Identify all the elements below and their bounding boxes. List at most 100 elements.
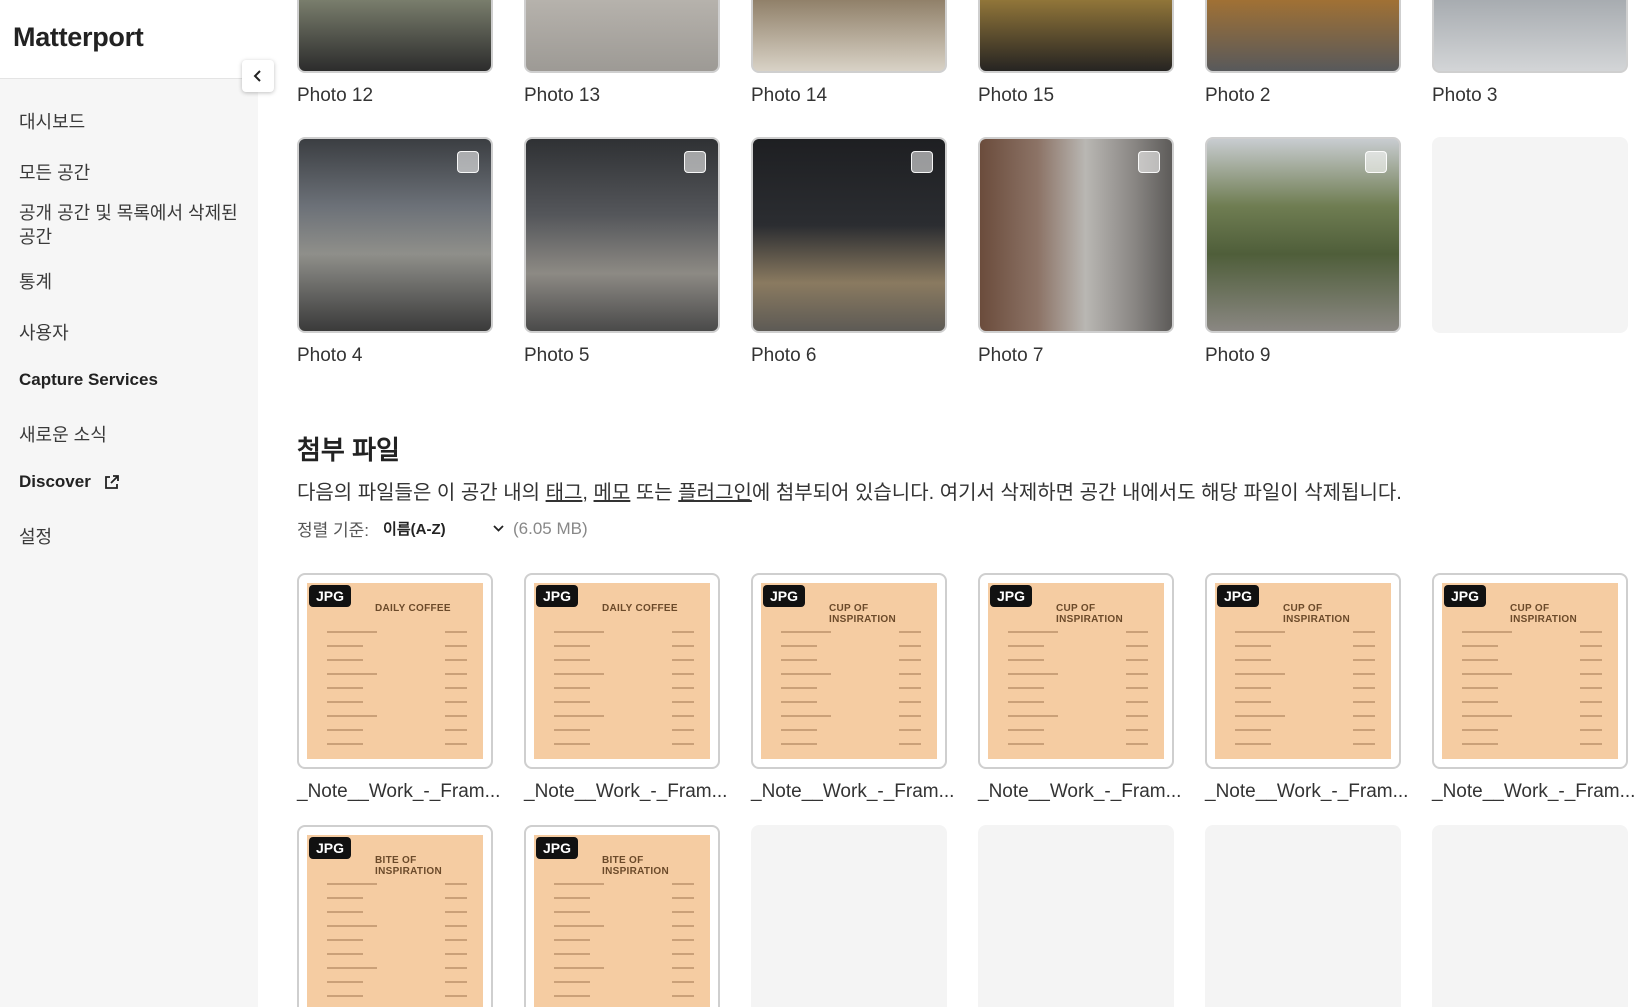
photo-tile[interactable]: Photo 12 bbox=[297, 0, 493, 107]
photo-tile[interactable]: Photo 15 bbox=[978, 0, 1174, 107]
photo-label: Photo 9 bbox=[1205, 345, 1271, 366]
photo-thumbnail[interactable] bbox=[297, 0, 493, 73]
photo-tile[interactable]: Photo 5 bbox=[524, 137, 720, 367]
menu-text-line bbox=[554, 897, 590, 899]
menu-text-line bbox=[781, 645, 817, 647]
menu-text-line bbox=[554, 673, 604, 675]
photo-thumbnail[interactable] bbox=[1432, 0, 1628, 73]
sidebar-item-all-spaces[interactable]: 모든 공간 bbox=[19, 159, 90, 185]
attachment-tile[interactable]: BITE OF INSPIRATION JPG bbox=[524, 825, 720, 1007]
attachment-tile[interactable]: CUP OF INSPIRATION JPG _Note__Work_-_Fram.… bbox=[978, 573, 1181, 803]
attachment-tile[interactable]: CUP OF INSPIRATION JPG _Note__Work_-_Fram.… bbox=[1432, 573, 1635, 803]
photo-thumbnail[interactable] bbox=[751, 0, 947, 73]
matterport-logo[interactable]: Matterport bbox=[13, 22, 144, 53]
attachment-thumbnail[interactable]: CUP OF INSPIRATION JPG bbox=[1432, 573, 1628, 769]
photo-thumbnail[interactable] bbox=[978, 137, 1174, 333]
menu-price-line bbox=[445, 743, 467, 745]
sidebar-item-analytics[interactable]: 통계 bbox=[19, 268, 52, 294]
menu-text-line bbox=[554, 715, 604, 717]
attachment-tile[interactable]: CUP OF INSPIRATION JPG _Note__Work_-_Fram.… bbox=[751, 573, 954, 803]
attachment-thumbnail[interactable]: DAILY COFFEE JPG bbox=[297, 573, 493, 769]
menu-text-line bbox=[1008, 729, 1044, 731]
sidebar-item-whats-new[interactable]: 새로운 소식 bbox=[19, 421, 107, 447]
file-type-badge: JPG bbox=[1444, 585, 1487, 607]
photo-tile[interactable]: Photo 9 bbox=[1205, 137, 1401, 367]
select-checkbox[interactable] bbox=[684, 151, 706, 173]
attachment-tile[interactable]: DAILY COFFEE JPG _Note__Work_-_Fram... bbox=[297, 573, 501, 803]
attachment-thumbnail[interactable]: CUP OF INSPIRATION JPG bbox=[978, 573, 1174, 769]
attachment-thumbnail[interactable]: CUP OF INSPIRATION JPG bbox=[1205, 573, 1401, 769]
menu-text-line bbox=[327, 659, 363, 661]
sidebar-item-settings[interactable]: 설정 bbox=[19, 523, 52, 549]
menu-price-line bbox=[1353, 673, 1375, 675]
menu-price-line bbox=[1353, 729, 1375, 731]
menu-price-line bbox=[1580, 673, 1602, 675]
photo-thumbnail[interactable] bbox=[1205, 0, 1401, 73]
select-checkbox[interactable] bbox=[1365, 151, 1387, 173]
photo-tile[interactable]: Photo 3 bbox=[1432, 0, 1628, 107]
menu-text-line bbox=[327, 897, 363, 899]
attachment-tile[interactable]: CUP OF INSPIRATION JPG _Note__Work_-_Fram.… bbox=[1205, 573, 1408, 803]
menu-preview-image: CUP OF INSPIRATION bbox=[1215, 583, 1391, 759]
menu-text-line bbox=[554, 953, 590, 955]
attachment-filename: _Note__Work_-_Fram... bbox=[524, 781, 728, 802]
collapse-sidebar-button[interactable] bbox=[242, 60, 274, 92]
menu-preview-title: BITE OF INSPIRATION bbox=[375, 855, 443, 877]
menu-text-line bbox=[1462, 673, 1512, 675]
menu-price-line bbox=[1353, 715, 1375, 717]
tag-link[interactable]: 태그 bbox=[546, 482, 583, 504]
attachment-thumbnail-placeholder bbox=[751, 825, 947, 1007]
attachment-thumbnail[interactable]: DAILY COFFEE JPG bbox=[524, 573, 720, 769]
photo-thumbnail[interactable] bbox=[297, 137, 493, 333]
attachment-thumbnail[interactable]: BITE OF INSPIRATION JPG bbox=[297, 825, 493, 1007]
photo-thumbnail[interactable] bbox=[524, 137, 720, 333]
menu-text-line bbox=[781, 729, 817, 731]
photo-tile[interactable]: Photo 6 bbox=[751, 137, 947, 367]
attachment-tile[interactable]: DAILY COFFEE JPG _Note__Work_-_Fram... bbox=[524, 573, 728, 803]
select-checkbox[interactable] bbox=[457, 151, 479, 173]
photo-thumbnail[interactable] bbox=[751, 137, 947, 333]
attachment-thumbnail[interactable]: BITE OF INSPIRATION JPG bbox=[524, 825, 720, 1007]
menu-preview-title: BITE OF INSPIRATION bbox=[602, 855, 670, 877]
photo-tile[interactable]: Photo 14 bbox=[751, 0, 947, 107]
menu-text-line bbox=[781, 659, 817, 661]
sidebar-item-capture-services[interactable]: Capture Services bbox=[19, 370, 158, 390]
sidebar-item-dashboard[interactable]: 대시보드 bbox=[19, 108, 85, 134]
photo-thumbnail[interactable] bbox=[1205, 137, 1401, 333]
sidebar-item-public-unlisted[interactable]: 공개 공간 및 목록에서 삭제된 공간 bbox=[19, 201, 244, 249]
file-type-badge: JPG bbox=[990, 585, 1033, 607]
menu-price-line bbox=[1580, 715, 1602, 717]
plugin-link[interactable]: 플러그인 bbox=[678, 482, 752, 504]
photo-thumbnail[interactable] bbox=[524, 0, 720, 73]
menu-price-line bbox=[672, 939, 694, 941]
menu-text-line bbox=[327, 743, 363, 745]
photo-label: Photo 4 bbox=[297, 345, 363, 366]
select-checkbox[interactable] bbox=[1138, 151, 1160, 173]
attachment-placeholder bbox=[1205, 825, 1401, 1007]
menu-price-line bbox=[445, 883, 467, 885]
photo-tile[interactable]: Photo 7 bbox=[978, 137, 1174, 367]
photo-label: Photo 2 bbox=[1205, 85, 1271, 106]
menu-price-line bbox=[1353, 645, 1375, 647]
photo-tile[interactable]: Photo 4 bbox=[297, 137, 493, 367]
sidebar-item-users[interactable]: 사용자 bbox=[19, 319, 69, 345]
memo-link[interactable]: 메모 bbox=[594, 482, 631, 504]
photo-tile[interactable]: Photo 13 bbox=[524, 0, 720, 107]
menu-text-line bbox=[327, 883, 377, 885]
menu-price-line bbox=[672, 897, 694, 899]
attachment-thumbnail[interactable]: CUP OF INSPIRATION JPG bbox=[751, 573, 947, 769]
menu-price-line bbox=[445, 701, 467, 703]
menu-price-line bbox=[1126, 687, 1148, 689]
menu-price-line bbox=[899, 743, 921, 745]
menu-price-line bbox=[445, 911, 467, 913]
desc-text: , bbox=[582, 482, 594, 504]
photo-thumbnail[interactable] bbox=[978, 0, 1174, 73]
sidebar-item-discover[interactable]: Discover bbox=[19, 472, 120, 492]
sort-select[interactable]: 이름(A-Z) bbox=[383, 518, 505, 539]
menu-price-line bbox=[672, 659, 694, 661]
select-checkbox[interactable] bbox=[911, 151, 933, 173]
menu-text-line bbox=[781, 673, 831, 675]
photo-tile[interactable]: Photo 2 bbox=[1205, 0, 1401, 107]
attachment-tile[interactable]: BITE OF INSPIRATION JPG bbox=[297, 825, 493, 1007]
attachment-filename: _Note__Work_-_Fram... bbox=[297, 781, 501, 802]
